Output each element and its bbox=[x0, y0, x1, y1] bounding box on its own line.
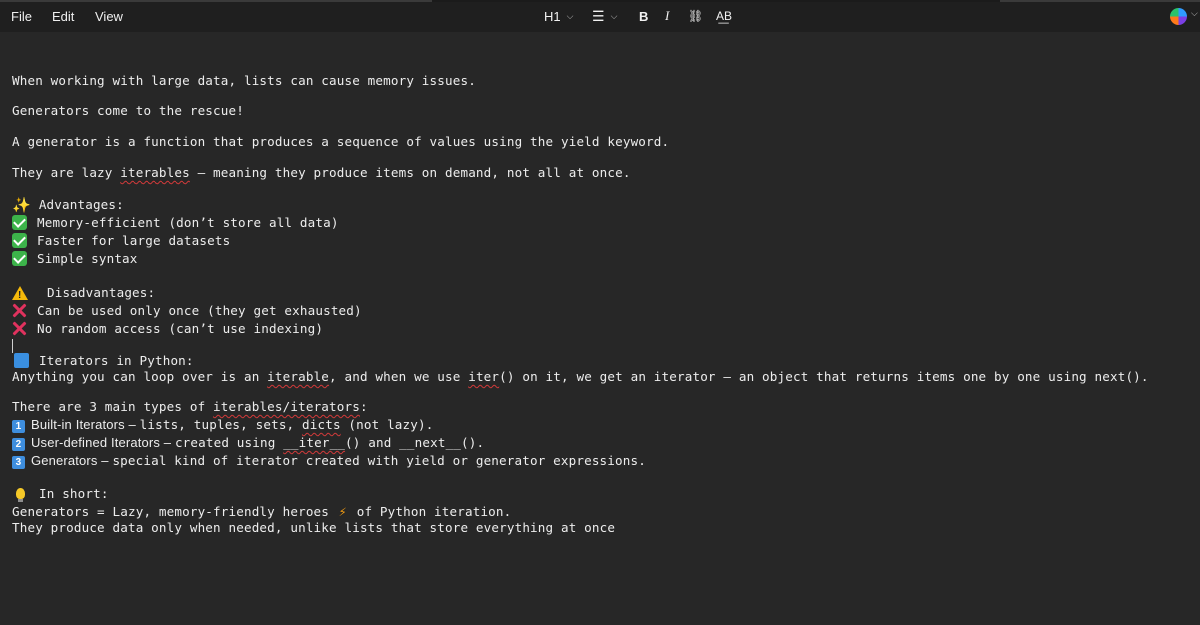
paragraph: When working with large data, lists can … bbox=[12, 73, 476, 88]
list-item: No random access (can’t use indexing) bbox=[12, 321, 323, 337]
menu-view[interactable]: View bbox=[95, 9, 123, 24]
text-run: Anything you can loop over is an bbox=[12, 369, 268, 384]
text-run: Memory-efficient (don’t store all data) bbox=[37, 215, 339, 230]
text-run: () and __next__(). bbox=[345, 435, 485, 450]
text-run: Simple syntax bbox=[37, 251, 138, 266]
window-top-border-gap bbox=[432, 0, 1000, 2]
paragraph: A generator is a function that produces … bbox=[12, 134, 670, 149]
list-dropdown[interactable]: ☰ ⌵ bbox=[592, 7, 617, 25]
text-run: special kind of iterator created with yi… bbox=[112, 453, 646, 468]
bold-icon: B bbox=[639, 8, 649, 24]
warning-icon bbox=[12, 286, 28, 304]
list-item: Simple syntax bbox=[12, 251, 138, 267]
blue-square-icon bbox=[14, 353, 29, 368]
paragraph: They produce data only when needed, unli… bbox=[12, 520, 616, 535]
paragraph: Generators = Lazy, memory-friendly heroe… bbox=[12, 504, 511, 521]
cross-mark-icon bbox=[12, 303, 27, 318]
link-button[interactable]: ⛓ bbox=[688, 7, 703, 25]
text-run: : bbox=[359, 399, 368, 414]
copilot-logo-icon[interactable] bbox=[1170, 8, 1187, 25]
list-item: Memory-efficient (don’t store all data) bbox=[12, 215, 339, 231]
misspelled-word[interactable]: iterables bbox=[120, 165, 190, 180]
spellcheck-icon: A͟B bbox=[716, 9, 733, 23]
paragraph: They are lazy iterables — meaning they p… bbox=[12, 165, 631, 181]
iterators-heading: Iterators in Python: bbox=[12, 353, 194, 369]
bold-button[interactable]: B bbox=[639, 7, 648, 25]
paragraph: Anything you can loop over is an iterabl… bbox=[12, 369, 1149, 385]
cross-mark-icon bbox=[12, 321, 27, 336]
text-run: , and when we use bbox=[329, 369, 469, 384]
text-run: Disadvantages: bbox=[47, 285, 156, 300]
text-run: Advantages: bbox=[38, 197, 124, 212]
list-item: 3 Generators – special kind of iterator c… bbox=[12, 453, 646, 469]
text-run: (not lazy). bbox=[340, 417, 434, 432]
menu-file[interactable]: File bbox=[11, 9, 32, 24]
spellcheck-button[interactable]: A͟B bbox=[716, 7, 732, 25]
list-item: 1 Built-in Iterators – lists, tuples, set… bbox=[12, 417, 433, 433]
misspelled-word[interactable]: iterable bbox=[267, 369, 329, 384]
title-bar: File Edit View H1 ⌵ ☰ ⌵ B I ⛓ A͟B ⌵ bbox=[0, 0, 1200, 32]
heading-label: H1 bbox=[544, 8, 561, 24]
text-run: Generators = Lazy, memory-friendly heroe… bbox=[12, 504, 337, 519]
list-item: Faster for large datasets bbox=[12, 233, 230, 249]
text-run: lists, tuples, sets, bbox=[139, 417, 303, 432]
text-run: In short: bbox=[39, 486, 109, 501]
light-bulb-icon bbox=[16, 488, 25, 502]
list-item: 2 User-defined Iterators – created using … bbox=[12, 435, 484, 451]
keycap-2-icon: 2 bbox=[12, 438, 25, 451]
text-run: of Python iteration. bbox=[356, 504, 512, 519]
misspelled-word[interactable]: iter bbox=[468, 369, 499, 384]
text-run: Faster for large datasets bbox=[37, 233, 231, 248]
text-run: Generators – bbox=[31, 453, 113, 468]
text-run: They are lazy bbox=[12, 165, 121, 180]
text-run: created using bbox=[174, 435, 284, 450]
paragraph: Generators come to the rescue! bbox=[12, 103, 244, 118]
text-run: There are 3 main types of bbox=[12, 399, 214, 414]
text-run: No random access (can’t use indexing) bbox=[37, 321, 324, 336]
misspelled-word[interactable]: iterables/iterators bbox=[213, 399, 360, 414]
list-icon: ☰ bbox=[592, 7, 605, 24]
editor-area[interactable]: When working with large data, lists can … bbox=[0, 32, 1200, 625]
text-run: Built-in Iterators – bbox=[31, 417, 140, 432]
keycap-1-icon: 1 bbox=[12, 420, 25, 433]
heading-dropdown[interactable]: H1 ⌵ bbox=[544, 7, 573, 25]
text-run: () on it, we get an iterator — an object… bbox=[499, 369, 1149, 384]
summary-heading: In short: bbox=[12, 486, 109, 502]
text-run: Can be used only once (they get exhauste… bbox=[37, 303, 362, 318]
disadvantages-heading: Disadvantages: bbox=[12, 285, 156, 304]
lightning-icon: ⚡ bbox=[338, 505, 347, 520]
misspelled-word[interactable]: dicts bbox=[302, 417, 341, 432]
sparkles-icon: ✨ bbox=[12, 196, 31, 214]
check-mark-icon bbox=[12, 215, 27, 230]
list-item: Can be used only once (they get exhauste… bbox=[12, 303, 362, 319]
misspelled-word[interactable]: __iter__ bbox=[283, 435, 345, 450]
text-run: — meaning they produce items on demand, … bbox=[189, 165, 631, 180]
advantages-heading: ✨ Advantages: bbox=[12, 197, 124, 213]
text-cursor bbox=[12, 339, 13, 353]
italic-button[interactable]: I bbox=[665, 7, 669, 25]
check-mark-icon bbox=[12, 233, 27, 248]
check-mark-icon bbox=[12, 251, 27, 266]
keycap-3-icon: 3 bbox=[12, 456, 25, 469]
text-run: Iterators in Python: bbox=[39, 353, 194, 368]
chevron-down-icon[interactable]: ⌵ bbox=[1191, 8, 1198, 19]
menu-edit[interactable]: Edit bbox=[52, 9, 74, 24]
italic-icon: I bbox=[665, 8, 670, 23]
paragraph: There are 3 main types of iterables/iter… bbox=[12, 399, 368, 415]
chevron-down-icon: ⌵ bbox=[610, 10, 618, 21]
text-run: User-defined Iterators – bbox=[31, 435, 175, 450]
chevron-down-icon: ⌵ bbox=[566, 10, 574, 21]
link-icon: ⛓ bbox=[688, 9, 704, 23]
